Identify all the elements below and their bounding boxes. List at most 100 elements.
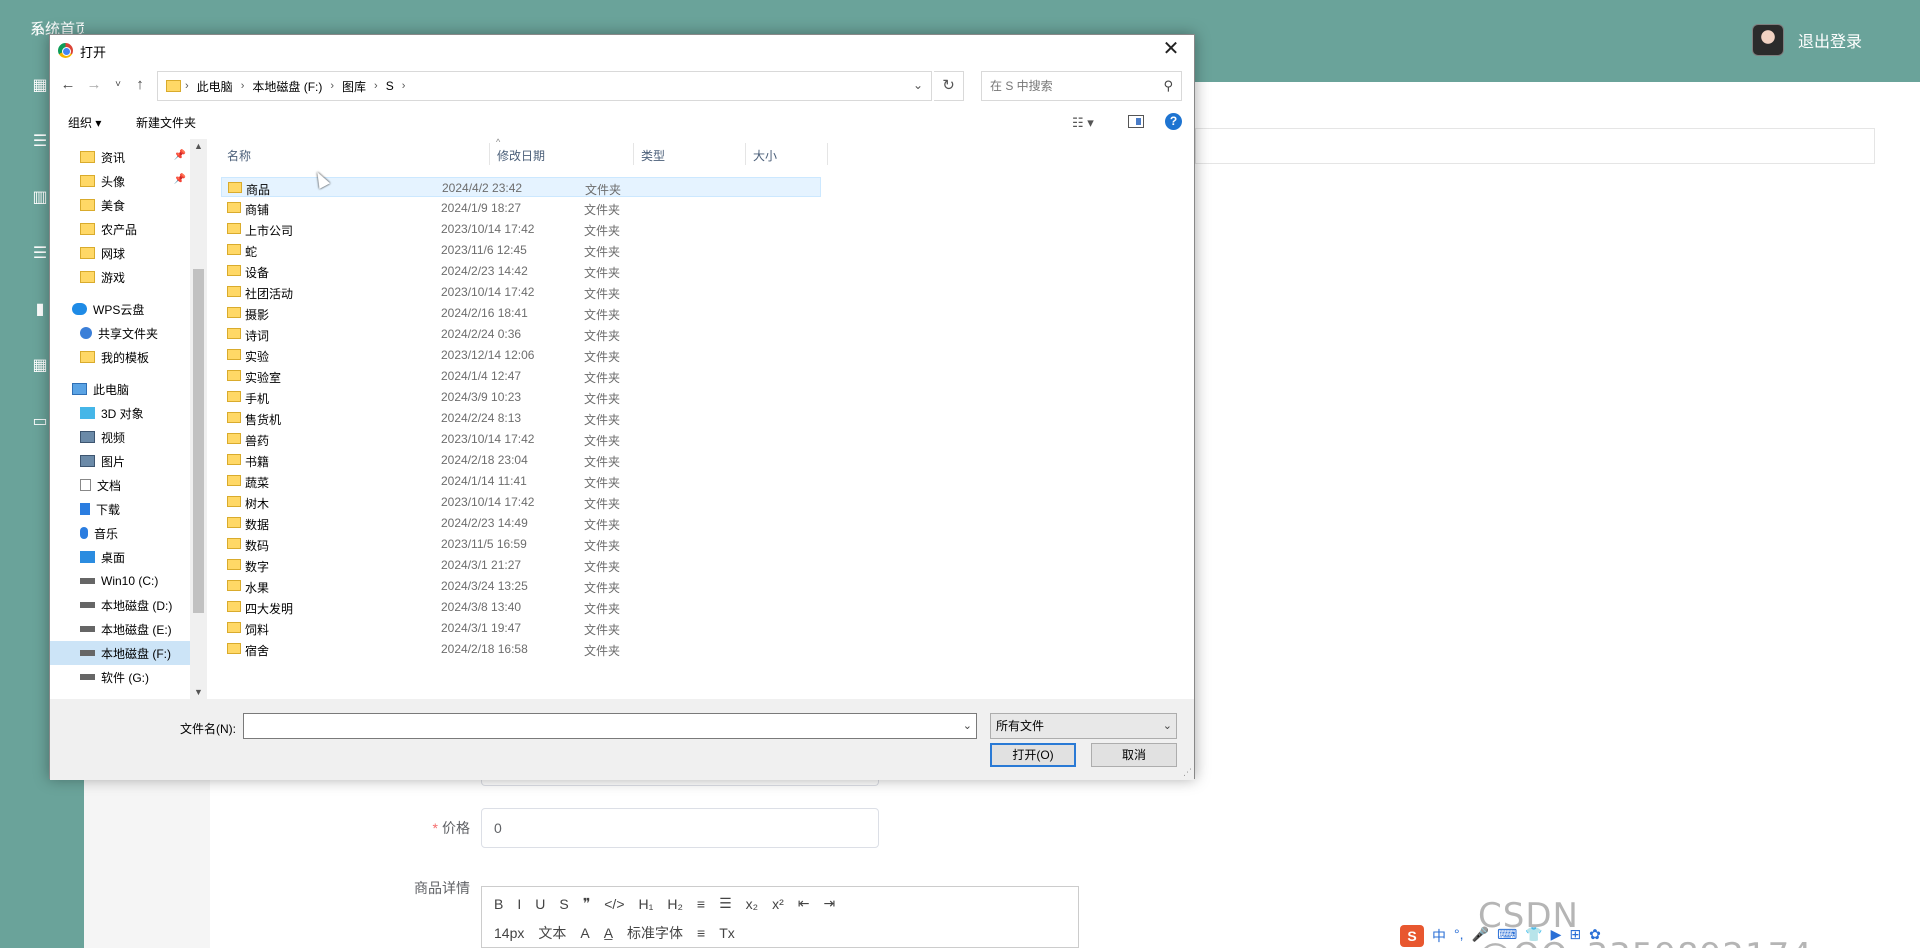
breadcrumb-chevron-icon[interactable]: › xyxy=(330,80,334,92)
breadcrumb-chevron-icon[interactable]: › xyxy=(402,80,406,92)
dialog-titlebar[interactable]: 打开 ✕ xyxy=(50,35,1194,65)
nav-item[interactable]: 软件 (G:) xyxy=(50,665,190,689)
file-row[interactable]: 数码 2023/11/5 16:59 文件夹 xyxy=(221,534,821,554)
editor-tool-button[interactable]: B xyxy=(494,896,503,912)
grid-icon[interactable]: ▦ xyxy=(30,76,50,96)
file-row[interactable]: 设备 2024/2/23 14:42 文件夹 xyxy=(221,261,821,281)
editor-tool-button[interactable]: ☰ xyxy=(719,895,732,912)
content-input[interactable] xyxy=(1195,128,1875,164)
breadcrumb-chevron-icon[interactable]: › xyxy=(241,80,245,92)
preview-pane-icon[interactable] xyxy=(1128,115,1144,128)
price-input[interactable]: 0 xyxy=(481,808,879,848)
cancel-button[interactable]: 取消 xyxy=(1091,743,1177,767)
file-row[interactable]: 实验室 2024/1/4 12:47 文件夹 xyxy=(221,366,821,386)
file-row[interactable]: 兽药 2023/10/14 17:42 文件夹 xyxy=(221,429,821,449)
nav-item[interactable]: 视频 xyxy=(50,425,190,449)
editor-tool-button[interactable]: Tx xyxy=(719,925,735,941)
open-button[interactable]: 打开(O) xyxy=(990,743,1076,767)
scroll-up-icon[interactable]: ▲ xyxy=(190,141,207,151)
help-icon[interactable]: ? xyxy=(1165,113,1182,130)
file-type-select[interactable]: 所有文件 ⌄ xyxy=(990,713,1177,739)
nav-item[interactable]: 桌面 xyxy=(50,545,190,569)
editor-tool-button[interactable]: ≡ xyxy=(697,925,705,941)
search-icon[interactable]: ⚲ xyxy=(1163,72,1173,100)
file-row[interactable]: 摄影 2024/2/16 18:41 文件夹 xyxy=(221,303,821,323)
file-row[interactable]: 诗词 2024/2/24 0:36 文件夹 xyxy=(221,324,821,344)
rich-text-editor[interactable]: B I U S ❞ </> H₁ H₂ ≡ ☰ x₂ x² ⇤ ⇥ 14px 文本 A A̲ 标准字体 ≡ Tx xyxy=(481,886,1079,948)
breadcrumb-item[interactable]: S xyxy=(386,79,394,93)
file-row[interactable]: 商铺 2024/1/9 18:27 文件夹 xyxy=(221,198,821,218)
view-options-icon[interactable]: ☷ ▾ xyxy=(1072,115,1094,131)
search-input[interactable]: 在 S 中搜索 ⚲ xyxy=(981,71,1182,101)
nav-item[interactable]: 头像 📌 xyxy=(50,169,190,193)
editor-tool-button[interactable]: I xyxy=(517,896,521,912)
breadcrumb-item[interactable]: 图库 xyxy=(342,78,366,95)
editor-tool-button[interactable]: x₂ xyxy=(746,896,758,912)
editor-tool-button[interactable]: ⇥ xyxy=(823,895,835,912)
editor-tool-button[interactable]: x² xyxy=(772,896,784,912)
editor-tool-button[interactable]: S xyxy=(559,896,568,912)
apps-icon[interactable]: ▦ xyxy=(30,356,50,376)
breadcrumb-item[interactable]: 本地磁盘 (F:) xyxy=(252,78,322,95)
back-arrow-icon[interactable]: ← xyxy=(58,75,78,95)
nav-item[interactable]: 此电脑 xyxy=(50,377,190,401)
file-row[interactable]: 蔬菜 2024/1/14 11:41 文件夹 xyxy=(221,471,821,491)
bar-chart-icon[interactable]: ▮ xyxy=(30,300,50,320)
nav-item[interactable]: 3D 对象 xyxy=(50,401,190,425)
editor-tool-button[interactable]: A̲ xyxy=(604,925,613,941)
editor-tool-button[interactable]: H₁ xyxy=(639,896,654,912)
ime-tool-icon[interactable]: 中 xyxy=(1432,926,1446,946)
column-header-date[interactable]: 修改日期 xyxy=(497,147,545,164)
close-button[interactable]: ✕ xyxy=(1148,35,1194,65)
logout-link[interactable]: 退出登录 xyxy=(1798,28,1862,52)
sogou-ime-icon[interactable]: S xyxy=(1400,925,1424,947)
column-header-type[interactable]: 类型 xyxy=(641,147,665,164)
organize-button[interactable]: 组织 ▾ xyxy=(68,114,101,131)
editor-tool-button[interactable]: 14px xyxy=(494,925,524,941)
nav-item[interactable]: 共享文件夹 xyxy=(50,321,190,345)
file-row[interactable]: 数字 2024/3/1 21:27 文件夹 xyxy=(221,555,821,575)
file-row[interactable]: 宿舍 2024/2/18 16:58 文件夹 xyxy=(221,639,821,659)
nav-item[interactable]: 下载 xyxy=(50,497,190,521)
file-row[interactable]: 数据 2024/2/23 14:49 文件夹 xyxy=(221,513,821,533)
nav-item[interactable]: 游戏 xyxy=(50,265,190,289)
file-row[interactable]: 饲料 2024/3/1 19:47 文件夹 xyxy=(221,618,821,638)
nav-item[interactable]: WPS云盘 xyxy=(50,297,190,321)
filename-input[interactable]: ⌄ xyxy=(243,713,977,739)
menu-icon[interactable]: ☰ xyxy=(30,244,50,264)
file-row[interactable]: 手机 2024/3/9 10:23 文件夹 xyxy=(221,387,821,407)
nav-item[interactable]: 本地磁盘 (D:) xyxy=(50,593,190,617)
ime-tool-icon[interactable]: °, xyxy=(1454,926,1464,946)
editor-tool-button[interactable]: ❞ xyxy=(583,895,591,912)
editor-tool-button[interactable]: ≡ xyxy=(697,896,705,912)
file-row[interactable]: 上市公司 2023/10/14 17:42 文件夹 xyxy=(221,219,821,239)
breadcrumb-item[interactable]: 此电脑 xyxy=(197,78,233,95)
editor-tool-button[interactable]: A xyxy=(580,925,589,941)
card-icon[interactable]: ▭ xyxy=(30,412,50,432)
editor-tool-button[interactable]: U xyxy=(535,896,545,912)
scrollbar-thumb[interactable] xyxy=(193,269,204,613)
nav-item[interactable]: 我的模板 xyxy=(50,345,190,369)
up-arrow-icon[interactable]: ↑ xyxy=(130,75,150,95)
filename-dropdown-icon[interactable]: ⌄ xyxy=(963,719,972,732)
file-row[interactable]: 树木 2023/10/14 17:42 文件夹 xyxy=(221,492,821,512)
editor-tool-button[interactable]: H₂ xyxy=(667,896,683,912)
breadcrumb-chevron-icon[interactable]: › xyxy=(374,80,378,92)
nav-item[interactable]: 农产品 xyxy=(50,217,190,241)
nav-item[interactable]: 文档 xyxy=(50,473,190,497)
address-dropdown-icon[interactable]: ⌄ xyxy=(913,78,923,92)
nav-item[interactable]: 音乐 xyxy=(50,521,190,545)
column-header-size[interactable]: 大小 xyxy=(753,147,777,164)
recent-dropdown-icon[interactable]: ˅ xyxy=(108,75,128,95)
chart-icon[interactable]: ▥ xyxy=(30,188,50,208)
file-row[interactable]: 四大发明 2024/3/8 13:40 文件夹 xyxy=(221,597,821,617)
nav-item[interactable]: Win10 (C:) xyxy=(50,569,190,593)
refresh-icon[interactable]: ↻ xyxy=(934,71,964,101)
file-row[interactable]: 商品 2024/4/2 23:42 文件夹 xyxy=(221,177,821,197)
file-row[interactable]: 蛇 2023/11/6 12:45 文件夹 xyxy=(221,240,821,260)
file-row[interactable]: 社团活动 2023/10/14 17:42 文件夹 xyxy=(221,282,821,302)
editor-tool-button[interactable]: 文本 xyxy=(538,923,566,943)
editor-tool-button[interactable]: 标准字体 xyxy=(627,923,683,943)
new-folder-button[interactable]: 新建文件夹 xyxy=(136,114,196,131)
file-row[interactable]: 水果 2024/3/24 13:25 文件夹 xyxy=(221,576,821,596)
